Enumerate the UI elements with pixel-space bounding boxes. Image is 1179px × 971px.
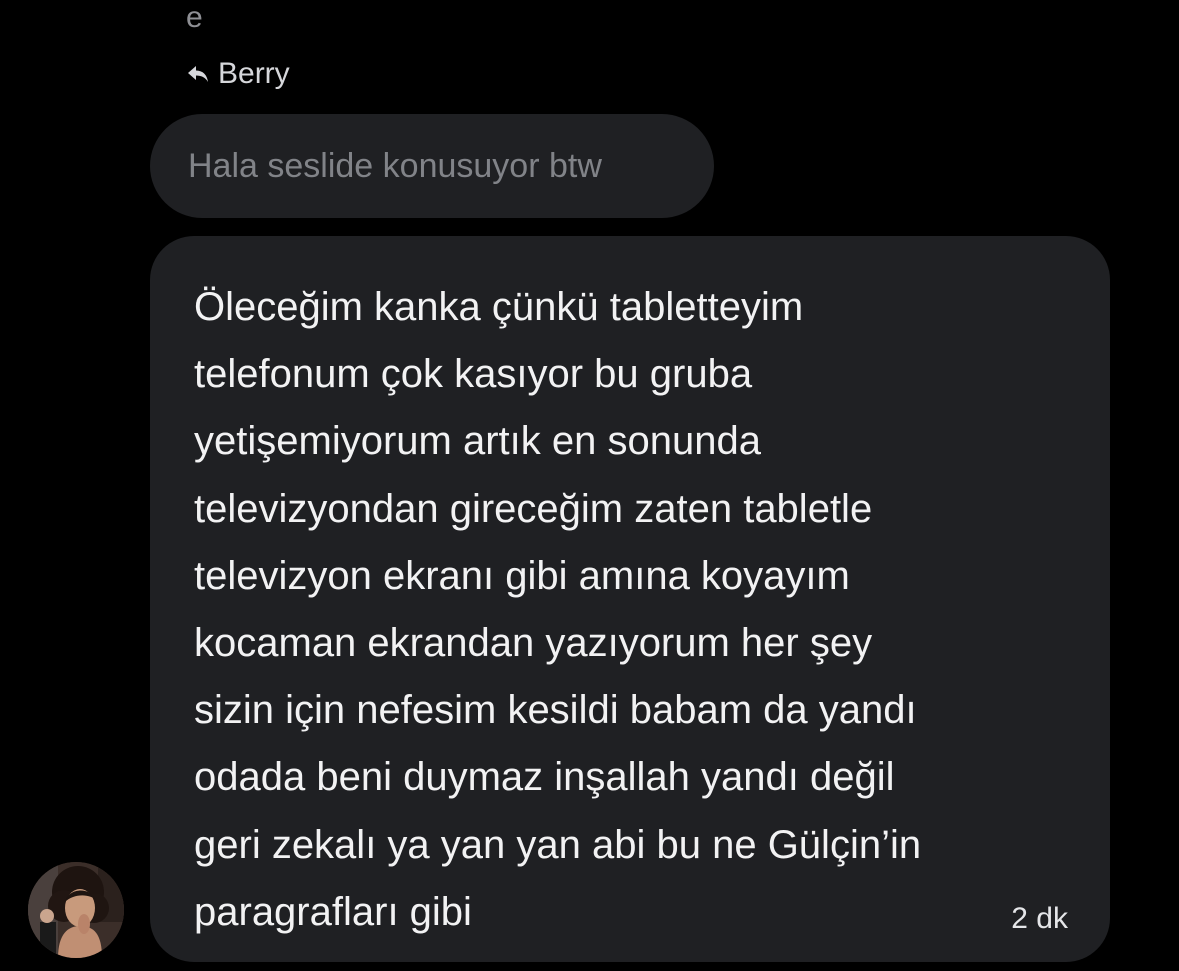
quoted-message-text: Hala seslide konusuyor btw (188, 146, 602, 185)
message-line: televizyon ekranı gibi amına koyayım (194, 553, 850, 598)
message-line: televizyondan gireceğim zaten tabletle (194, 486, 873, 531)
reply-arrow-icon (186, 62, 210, 86)
reply-indicator[interactable]: Berry (186, 54, 290, 94)
message-line: yetişemiyorum artık en sonunda (194, 419, 761, 464)
quoted-message-bubble[interactable]: Hala seslide konusuyor btw (150, 114, 714, 218)
message-bubble[interactable]: Öleceğim kanka çünkü tabletteyim telefon… (150, 236, 1110, 962)
reply-target-name: Berry (218, 57, 290, 90)
sender-avatar[interactable] (28, 862, 124, 958)
message-line: sizin için nefesim kesildi babam da yand… (194, 688, 917, 733)
message-line: odada beni duymaz inşallah yandı değil (194, 755, 895, 800)
message-line: paragrafları gibi (194, 889, 472, 934)
avatar-photo (28, 862, 124, 958)
message-timestamp: 2 dk (1011, 902, 1068, 935)
previous-message-fragment: e (186, 1, 203, 34)
message-line: geri zekalı ya yan yan abi bu ne Gülçin’… (194, 822, 922, 867)
message-line: Öleceğim kanka çünkü tabletteyim (194, 285, 804, 329)
message-line: telefonum çok kasıyor bu gruba (194, 352, 753, 397)
message-line: kocaman ekrandan yazıyorum her şey (194, 621, 873, 666)
message-text: Öleceğim kanka çünkü tabletteyim telefon… (194, 274, 1074, 946)
